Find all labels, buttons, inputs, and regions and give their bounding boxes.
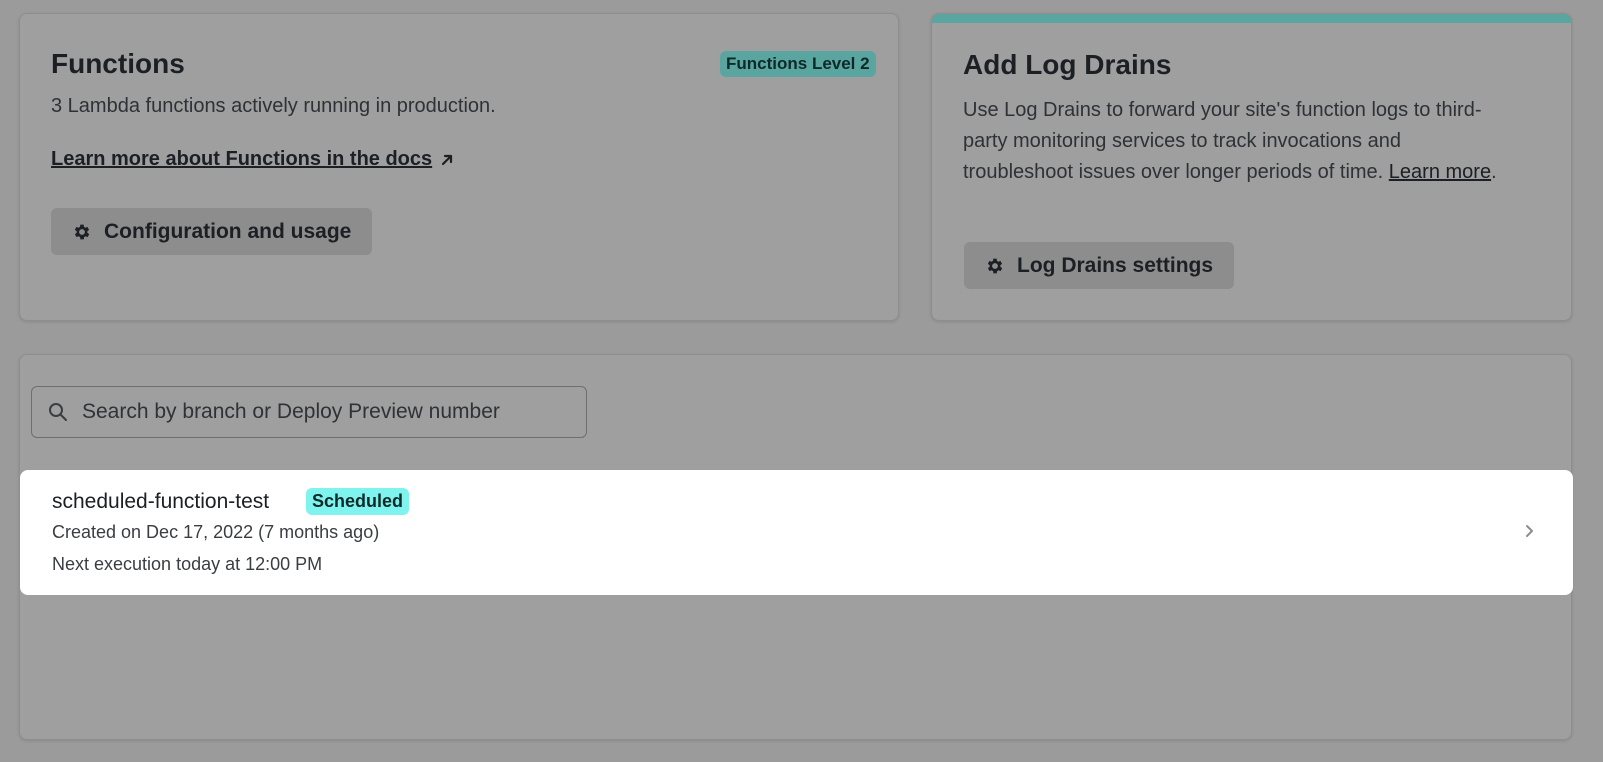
log-drains-description-line: party monitoring services to track invoc… (963, 130, 1401, 152)
log-drains-title: Add Log Drains (963, 49, 1172, 80)
functions-docs-link[interactable]: Learn more about Functions in the docs (51, 148, 454, 171)
learn-more-link[interactable]: Learn more (1389, 161, 1491, 183)
log-drains-settings-button[interactable]: Log Drains settings (964, 242, 1235, 289)
configuration-and-usage-label: Configuration and usage (104, 219, 352, 243)
function-row[interactable]: scheduled-function-test Scheduled Create… (20, 470, 1573, 595)
function-next-execution: Next execution today at 12:00 PM (52, 554, 323, 574)
chevron-right-icon (1526, 525, 1533, 537)
log-drains-accent-bar (932, 14, 1571, 23)
punctuation: . (1491, 161, 1497, 183)
function-name: scheduled-function-test (52, 490, 270, 513)
gear-icon (987, 258, 1003, 273)
log-drains-card: Add Log Drains Use Log Drains to forward… (931, 13, 1572, 321)
configuration-and-usage-button[interactable]: Configuration and usage (51, 208, 373, 255)
log-drains-description-line: Use Log Drains to forward your site's fu… (963, 99, 1482, 121)
functions-list-card: scheduled-function-test Scheduled Create… (19, 354, 1573, 740)
functions-docs-link-label: Learn more about Functions in the docs (51, 148, 433, 170)
external-link-icon (442, 154, 453, 165)
functions-card: Functions Functions Level 2 3 Lambda fun… (19, 13, 899, 321)
log-drains-description-line: troubleshoot issues over longer periods … (963, 157, 1563, 188)
functions-level-badge: Functions Level 2 (720, 51, 876, 77)
search-box[interactable] (31, 386, 587, 438)
function-created-date: Created on Dec 17, 2022 (7 months ago) (52, 522, 380, 542)
functions-title: Functions (51, 48, 185, 79)
scheduled-badge: Scheduled (306, 488, 410, 515)
log-drains-description: Use Log Drains to forward your site's fu… (963, 95, 1563, 188)
gear-icon (74, 224, 90, 239)
search-input[interactable] (80, 399, 564, 425)
log-drains-settings-label: Log Drains settings (1017, 253, 1214, 277)
log-drains-description-text: troubleshoot issues over longer periods … (963, 161, 1384, 183)
functions-description: 3 Lambda functions actively running in p… (51, 95, 496, 117)
search-icon (49, 403, 67, 421)
